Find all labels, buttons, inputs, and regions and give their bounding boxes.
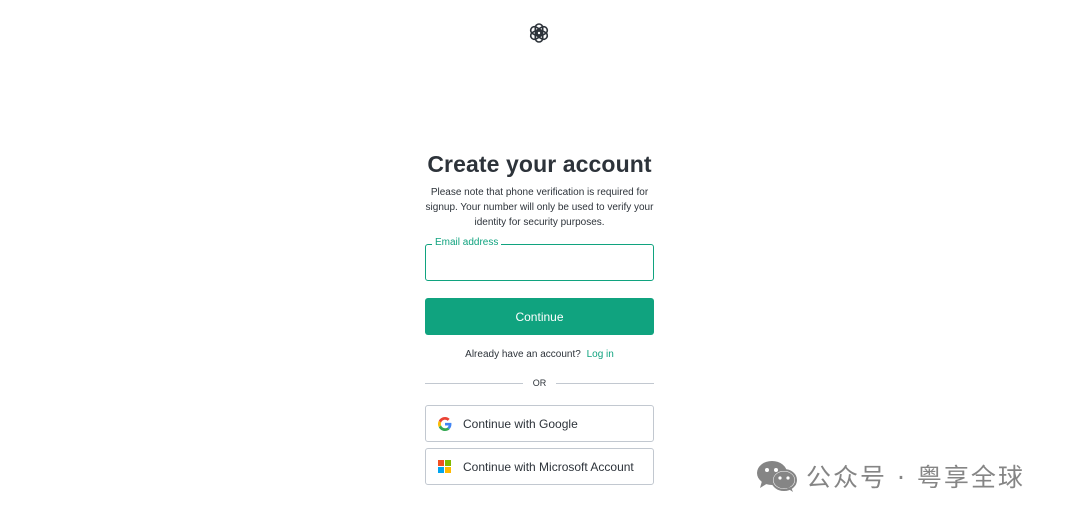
email-field[interactable] bbox=[425, 244, 654, 281]
page-title: Create your account bbox=[427, 151, 652, 177]
continue-with-microsoft-button[interactable]: Continue with Microsoft Account bbox=[425, 448, 654, 485]
email-field-label: Email address bbox=[432, 237, 502, 249]
email-field-wrapper: Email address bbox=[425, 237, 654, 281]
google-button-label: Continue with Google bbox=[463, 416, 578, 431]
login-link[interactable]: Log in bbox=[587, 349, 614, 360]
or-divider: OR bbox=[425, 376, 654, 390]
openai-logo-icon bbox=[527, 21, 551, 45]
google-icon bbox=[438, 416, 452, 431]
watermark-text: 公众号 · 粤享全球 bbox=[806, 463, 1025, 492]
login-prompt-text: Already have an account? bbox=[465, 349, 581, 360]
login-prompt: Already have an account? Log in bbox=[425, 348, 654, 362]
microsoft-button-label: Continue with Microsoft Account bbox=[463, 459, 634, 474]
watermark: 公众号 · 粤享全球 bbox=[756, 458, 1025, 494]
signup-page: Create your account Please note that pho… bbox=[0, 0, 1080, 520]
microsoft-icon bbox=[438, 459, 452, 474]
continue-button[interactable]: Continue bbox=[425, 298, 654, 335]
phone-verification-notice: Please note that phone verification is r… bbox=[425, 187, 654, 228]
wechat-icon bbox=[756, 459, 798, 493]
signup-form: Create your account Please note that pho… bbox=[425, 150, 654, 485]
continue-with-google-button[interactable]: Continue with Google bbox=[425, 405, 654, 442]
divider-line-right bbox=[556, 383, 654, 384]
